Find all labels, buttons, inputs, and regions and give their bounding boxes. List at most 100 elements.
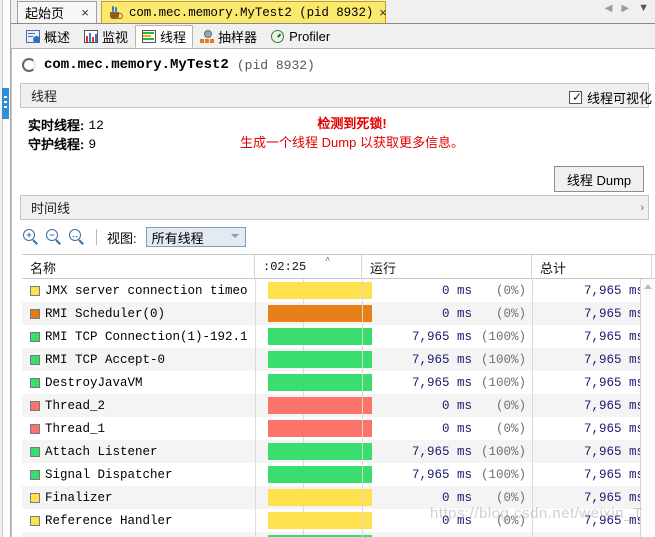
- timeline-bar: [268, 443, 372, 460]
- cell-total: 7,965 ms: [532, 279, 655, 302]
- chevron-right-icon[interactable]: ›: [640, 202, 644, 214]
- column-header-total[interactable]: 总计: [532, 255, 652, 279]
- cell-timeline[interactable]: [255, 279, 372, 302]
- table-row[interactable]: Reference Handler 0 ms (0%) 7,965 ms: [22, 509, 655, 532]
- thread-state-swatch-icon: [30, 377, 40, 388]
- timeline-bar: [268, 374, 372, 391]
- thread-name-label: Thread_2: [45, 398, 106, 413]
- cell-timeline[interactable]: [255, 463, 372, 486]
- collapsed-sidebar-tab[interactable]: [2, 88, 9, 119]
- thread-state-swatch-icon: [30, 285, 40, 296]
- timeline-gridline: [255, 302, 256, 325]
- cell-timeline[interactable]: [255, 486, 372, 509]
- table-row[interactable]: Signal Dispatcher 7,965 ms (100%) 7,965 ms: [22, 463, 655, 486]
- table-row[interactable]: DestroyJavaVM 7,965 ms (100%) 7,965 ms: [22, 371, 655, 394]
- cell-timeline[interactable]: [255, 532, 372, 537]
- sort-ascending-icon: ^: [325, 256, 331, 266]
- column-header-name[interactable]: 名称: [22, 255, 255, 279]
- tab-list-dropdown-icon[interactable]: ▼: [638, 3, 649, 14]
- column-header-running[interactable]: 运行: [362, 255, 532, 279]
- document-tab-label: com.mec.memory.MyTest2 (pid 8932): [129, 5, 374, 20]
- table-row[interactable]: Thread_2 0 ms (0%) 7,965 ms: [22, 394, 655, 417]
- cell-timeline[interactable]: [255, 302, 372, 325]
- cell-timeline[interactable]: [255, 509, 372, 532]
- vertical-scrollbar[interactable]: [640, 279, 655, 537]
- cell-running: 0 ms (0%): [362, 486, 532, 509]
- table-row[interactable]: JMX server connection timeo 0 ms (0%) 7,965…: [22, 279, 655, 302]
- cell-timeline[interactable]: [255, 417, 372, 440]
- running-ms: 7,965 ms: [411, 375, 472, 390]
- cell-timeline[interactable]: [255, 394, 372, 417]
- tab-profiler[interactable]: Profiler: [264, 25, 337, 48]
- thread-visualization-checkbox[interactable]: ✓ 线程可视化: [568, 88, 652, 107]
- tab-label: 概述: [44, 30, 71, 45]
- stat-value: 9: [88, 137, 97, 152]
- running-percent: (0%): [495, 490, 526, 505]
- thread-name-label: Finalizer: [45, 490, 113, 505]
- running-percent: (100%): [480, 467, 526, 482]
- deadlock-warning: 检测到死锁! 生成一个线程 Dump 以获取更多信息。: [192, 115, 512, 152]
- running-ms: 0 ms: [441, 421, 472, 436]
- view-select[interactable]: 所有线程: [145, 227, 246, 247]
- cell-running: 7,965 ms (100%): [362, 371, 532, 394]
- table-row[interactable]: Finalizer 0 ms (0%) 7,965 ms: [22, 486, 655, 509]
- zoom-out-icon[interactable]: −: [45, 228, 63, 246]
- running-percent: (0%): [495, 398, 526, 413]
- check-icon: ✓: [571, 90, 583, 104]
- tab-monitor[interactable]: 监视: [77, 25, 135, 48]
- cell-total: 7,965 ms: [532, 371, 655, 394]
- thread-dump-button[interactable]: 线程 Dump: [554, 166, 644, 192]
- timeline-gridline: [255, 440, 256, 463]
- timeline-bar: [268, 489, 372, 506]
- column-label: 运行: [370, 260, 397, 276]
- timeline-gridline: [255, 486, 256, 509]
- thread-name-label: Thread_1: [45, 421, 106, 436]
- cell-running: 0 ms (0%): [362, 509, 532, 532]
- cell-thread-name: Thread_2: [22, 394, 255, 417]
- tab-threads[interactable]: 线程: [135, 25, 194, 48]
- checkbox-box[interactable]: ✓: [568, 90, 583, 104]
- table-row[interactable]: Thread_1 0 ms (0%) 7,965 ms: [22, 417, 655, 440]
- cell-timeline[interactable]: [255, 440, 372, 463]
- document-tab-start-page[interactable]: 起始页 ×: [17, 1, 97, 23]
- thread-name-label: DestroyJavaVM: [45, 375, 143, 390]
- cell-thread-name: RMI Scheduler(0): [22, 302, 255, 325]
- stat-label: 守护线程:: [28, 137, 85, 152]
- application-pid: (pid 8932): [236, 57, 315, 73]
- table-row[interactable]: Attach Listener 7,965 ms (100%) 7,965 ms: [22, 440, 655, 463]
- cell-total: 7,965 ms: [532, 325, 655, 348]
- scroll-right-icon[interactable]: ▶: [621, 3, 629, 14]
- timeline-gridline: [255, 509, 256, 532]
- thread-name-label: Signal Dispatcher: [45, 467, 173, 482]
- timeline-bar: [268, 351, 372, 368]
- column-header-timeline[interactable]: :02:25 ^: [255, 255, 362, 279]
- stat-label: 实时线程:: [28, 118, 85, 133]
- scroll-left-icon[interactable]: ◀: [605, 3, 613, 14]
- table-row[interactable]: RMI TCP Connection(1)-192.1 7,965 ms (100%…: [22, 325, 655, 348]
- document-tab-mytest2[interactable]: com.mec.memory.MyTest2 (pid 8932) ×: [101, 1, 387, 23]
- application-name: com.mec.memory.MyTest2: [44, 57, 229, 73]
- table-row[interactable]: RMI TCP Accept-0 7,965 ms (100%) 7,965 ms: [22, 348, 655, 371]
- table-row[interactable]: RMI Scheduler(0) 0 ms (0%) 7,965 ms: [22, 302, 655, 325]
- tab-sampler[interactable]: 抽样器: [193, 25, 264, 48]
- table-header-row: 名称 :02:25 ^ 运行 总计: [22, 254, 655, 279]
- cell-timeline[interactable]: [255, 348, 372, 371]
- timeline-bar: [268, 328, 372, 345]
- close-icon[interactable]: ×: [81, 6, 89, 19]
- zoom-in-icon[interactable]: +: [22, 228, 40, 246]
- tab-label: 线程: [160, 30, 187, 45]
- thread-state-swatch-icon: [30, 331, 40, 342]
- zoom-fit-icon[interactable]: ↔: [68, 228, 86, 246]
- running-ms: 0 ms: [441, 490, 472, 505]
- close-icon[interactable]: ×: [379, 6, 387, 19]
- left-docking-rail: [0, 0, 11, 537]
- cell-timeline[interactable]: [255, 371, 372, 394]
- cell-timeline[interactable]: [255, 325, 372, 348]
- cell-thread-name: Signal Dispatcher: [22, 463, 255, 486]
- running-percent: (0%): [495, 421, 526, 436]
- tab-overview[interactable]: 概述: [19, 25, 77, 48]
- timeline-bar: [268, 512, 372, 529]
- table-row[interactable]: RMI TCP Connection(2)-192.1 6,998 ms(100%…: [22, 532, 655, 537]
- netbeans-visualvm-window: 起始页 × com.mec.memory.MyTest2 (pid 8932) …: [0, 0, 655, 537]
- scroll-up-icon[interactable]: [644, 284, 652, 289]
